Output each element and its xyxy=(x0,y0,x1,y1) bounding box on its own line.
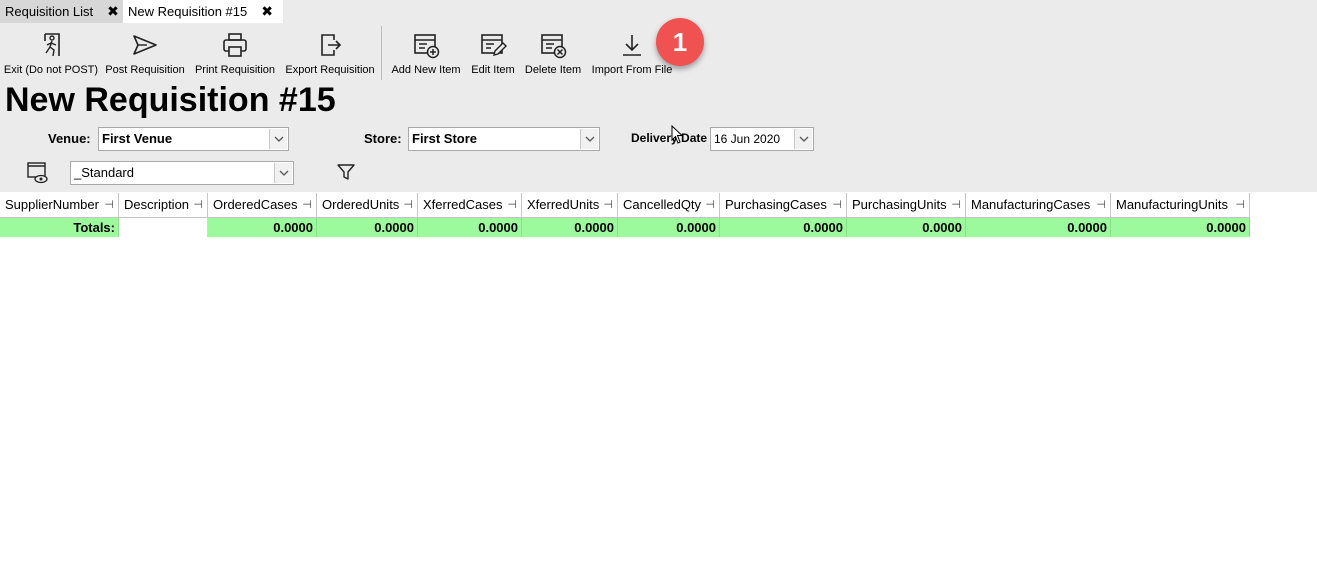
totals-label: Totals: xyxy=(0,218,119,237)
delete-item-label: Delete Item xyxy=(524,64,582,76)
grid-header: SupplierNumber ⊣ Description ⊣ OrderedCase… xyxy=(0,193,1250,218)
toolbar-separator xyxy=(381,26,382,80)
column-header-label: OrderedCases xyxy=(213,197,298,212)
pin-icon[interactable]: ⊣ xyxy=(705,193,715,217)
delivery-date-picker[interactable]: 16 Jun 2020 xyxy=(710,127,814,151)
pin-icon[interactable]: ⊣ xyxy=(1235,193,1245,217)
column-header-label: PurchasingCases xyxy=(725,197,827,212)
pin-icon[interactable]: ⊣ xyxy=(832,193,842,217)
totals-cell: 0.0000 xyxy=(317,218,418,237)
column-header-manufacturingunits[interactable]: ManufacturingUnits ⊣ xyxy=(1111,193,1250,218)
store-value: First Store xyxy=(412,131,478,146)
totals-cell: 0.0000 xyxy=(618,218,720,237)
close-icon[interactable]: ✖ xyxy=(261,3,273,20)
mouse-cursor-icon xyxy=(671,125,683,144)
layout-select[interactable]: _Standard xyxy=(70,161,294,185)
tab-requisition-list[interactable]: Requisition List ✖ xyxy=(0,0,123,23)
delivery-date-value: 16 Jun 2020 xyxy=(714,132,781,146)
column-header-cancelledqty[interactable]: CancelledQty ⊣ xyxy=(618,193,720,218)
page-title: New Requisition #15 xyxy=(5,81,336,119)
column-header-label: PurchasingUnits xyxy=(852,197,947,212)
view-layout-icon[interactable] xyxy=(26,160,50,184)
send-icon xyxy=(133,35,157,55)
chevron-down-icon[interactable] xyxy=(580,129,598,149)
post-requisition-label: Post Requisition xyxy=(105,64,185,76)
column-header-label: ManufacturingCases xyxy=(971,197,1091,212)
totals-cell: 0.0000 xyxy=(847,218,966,237)
column-header-label: OrderedUnits xyxy=(322,197,400,212)
chevron-down-icon[interactable] xyxy=(269,129,287,149)
add-new-item-button[interactable]: Add New Item xyxy=(387,28,465,80)
pin-icon[interactable]: ⊣ xyxy=(1096,193,1106,217)
delete-item-button[interactable]: Delete Item xyxy=(521,28,585,80)
download-icon xyxy=(623,35,641,56)
tab-strip: Requisition List ✖ New Requisition #15 ✖ xyxy=(0,0,283,23)
exit-button[interactable]: Exit (Do not POST) xyxy=(3,28,99,80)
exit-label: Exit (Do not POST) xyxy=(3,64,99,76)
column-header-purchasingcases[interactable]: PurchasingCases ⊣ xyxy=(720,193,847,218)
column-header-label: ManufacturingUnits xyxy=(1116,197,1228,212)
filter-icon[interactable] xyxy=(336,162,356,182)
layout-value: _Standard xyxy=(74,165,134,180)
store-select[interactable]: First Store xyxy=(408,127,600,151)
pin-icon[interactable]: ⊣ xyxy=(951,193,961,217)
column-header-xferredcases[interactable]: XferredCases ⊣ xyxy=(418,193,522,218)
printer-icon xyxy=(223,33,247,57)
add-new-item-label: Add New Item xyxy=(391,64,461,76)
import-from-file-label: Import From File xyxy=(591,64,673,76)
totals-cell: 0.0000 xyxy=(966,218,1111,237)
pin-icon[interactable]: ⊣ xyxy=(403,193,413,217)
tab-new-requisition[interactable]: New Requisition #15 ✖ xyxy=(123,0,283,23)
column-header-orderedunits[interactable]: OrderedUnits ⊣ xyxy=(317,193,418,218)
totals-row: Totals: 0.0000 0.0000 0.0000 0.0000 0.00… xyxy=(0,218,1250,237)
totals-cell: 0.0000 xyxy=(208,218,317,237)
store-label: Store: xyxy=(364,131,402,146)
tab-label: New Requisition #15 xyxy=(128,4,248,19)
column-header-label: XferredUnits xyxy=(527,197,600,212)
totals-cell: 0.0000 xyxy=(418,218,522,237)
pin-icon[interactable]: ⊣ xyxy=(603,193,613,217)
column-header-label: Description xyxy=(124,197,190,212)
delivery-date-label: Delivery Date xyxy=(631,131,708,145)
print-requisition-button[interactable]: Print Requisition xyxy=(191,28,279,80)
print-requisition-label: Print Requisition xyxy=(194,64,276,76)
pin-icon[interactable]: ⊣ xyxy=(104,193,114,217)
export-requisition-label: Export Requisition xyxy=(285,64,375,76)
totals-cell xyxy=(119,218,208,237)
totals-cell: 0.0000 xyxy=(1111,218,1250,237)
exit-icon xyxy=(44,33,60,57)
column-header-label: CancelledQty xyxy=(623,197,702,212)
column-header-label: SupplierNumber xyxy=(5,197,99,212)
chevron-down-icon[interactable] xyxy=(794,129,812,149)
pin-icon[interactable]: ⊣ xyxy=(193,193,203,217)
venue-label: Venue: xyxy=(48,131,91,146)
pin-icon[interactable]: ⊣ xyxy=(302,193,312,217)
column-header-xferredunits[interactable]: XferredUnits ⊣ xyxy=(522,193,618,218)
column-header-description[interactable]: Description ⊣ xyxy=(119,193,208,218)
export-requisition-button[interactable]: Export Requisition xyxy=(281,28,379,80)
column-header-label: XferredCases xyxy=(423,197,503,212)
venue-value: First Venue xyxy=(102,131,173,146)
column-header-purchasingunits[interactable]: PurchasingUnits ⊣ xyxy=(847,193,966,218)
venue-select[interactable]: First Venue xyxy=(98,127,289,151)
column-header-manufacturingcases[interactable]: ManufacturingCases ⊣ xyxy=(966,193,1111,218)
edit-item-icon xyxy=(481,34,507,56)
column-header-suppliernumber[interactable]: SupplierNumber ⊣ xyxy=(0,193,119,218)
column-header-orderedcases[interactable]: OrderedCases ⊣ xyxy=(208,193,317,218)
delete-item-icon xyxy=(541,34,567,59)
totals-cell: 0.0000 xyxy=(720,218,847,237)
totals-cell: 0.0000 xyxy=(522,218,618,237)
tab-label: Requisition List xyxy=(5,4,94,19)
edit-item-button[interactable]: Edit Item xyxy=(467,28,519,80)
close-icon[interactable]: ✖ xyxy=(107,3,119,20)
step-number-badge: 1 xyxy=(656,18,704,66)
add-item-icon xyxy=(414,34,440,59)
chevron-down-icon[interactable] xyxy=(274,163,292,183)
pin-icon[interactable]: ⊣ xyxy=(507,193,517,217)
post-requisition-button[interactable]: Post Requisition xyxy=(101,28,189,80)
export-icon xyxy=(321,34,342,56)
edit-item-label: Edit Item xyxy=(471,64,515,76)
